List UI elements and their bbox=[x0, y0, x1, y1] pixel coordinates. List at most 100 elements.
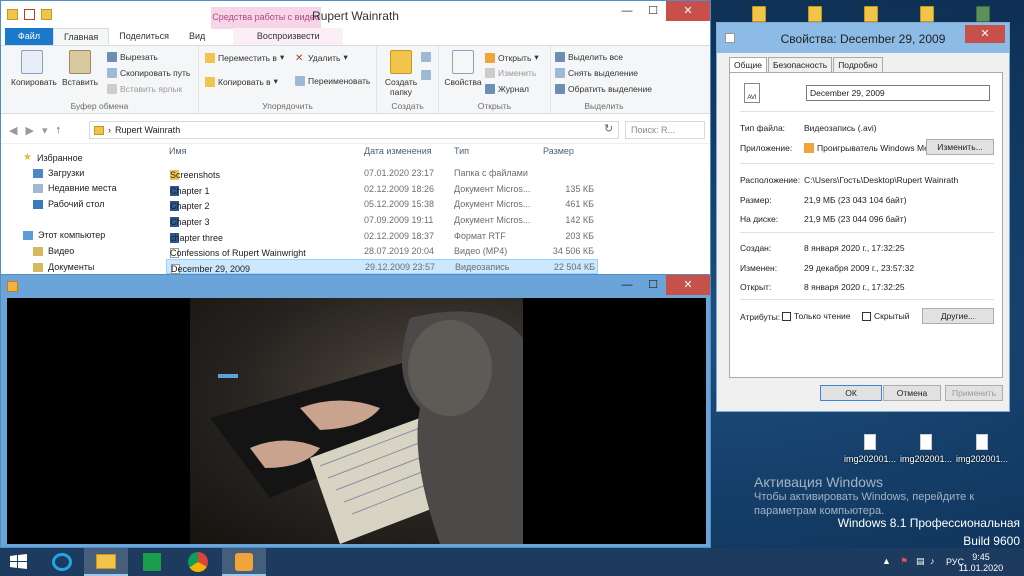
ok-button[interactable]: ОК bbox=[820, 385, 882, 401]
copy-button[interactable]: Копировать bbox=[11, 50, 57, 87]
nav-documents[interactable]: Документы bbox=[33, 262, 94, 272]
advanced-button[interactable]: Другие... bbox=[922, 308, 994, 324]
desktop-file[interactable]: img202001... bbox=[952, 434, 1012, 464]
copy-path-button[interactable]: Скопировать путь bbox=[107, 68, 190, 78]
delete-button[interactable]: ✕ Удалить ▾ bbox=[295, 52, 348, 64]
back-icon[interactable]: ◀ bbox=[9, 124, 17, 137]
properties-button[interactable]: Свойства bbox=[443, 50, 483, 87]
tab-play[interactable]: Воспроизвести bbox=[233, 28, 344, 45]
cut-button[interactable]: Вырезать bbox=[107, 52, 158, 62]
tab-general[interactable]: Общие bbox=[729, 57, 767, 73]
taskbar-file-explorer[interactable] bbox=[84, 548, 128, 576]
file-row[interactable]: Screenshots 07.01.2020 23:17 Папка с фай… bbox=[166, 166, 598, 181]
desktop-folder-icon[interactable] bbox=[864, 6, 878, 22]
file-row[interactable]: Chapter 2 05.12.2009 15:38 Документ Micr… bbox=[166, 197, 598, 212]
copy-to-button[interactable]: Копировать в ▾ bbox=[205, 76, 278, 87]
image-file-icon bbox=[864, 434, 876, 450]
select-none-button[interactable]: Снять выделение bbox=[555, 68, 638, 78]
select-all-button[interactable]: Выделить все bbox=[555, 52, 623, 62]
show-hidden-icons-icon[interactable]: ▲ bbox=[882, 556, 891, 566]
disk-size-value: 21,9 МБ (23 044 096 байт) bbox=[804, 214, 907, 224]
file-name-field[interactable]: December 29, 2009 bbox=[806, 85, 990, 101]
volume-icon[interactable]: ♪ bbox=[930, 556, 935, 566]
tab-details[interactable]: Подробно bbox=[833, 57, 883, 72]
paste-shortcut-button[interactable]: Вставить ярлык bbox=[107, 84, 182, 94]
edit-button[interactable]: Изменить bbox=[485, 68, 536, 78]
readonly-checkbox[interactable]: Только чтение bbox=[782, 311, 850, 322]
open-button[interactable]: Открыть ▾ bbox=[485, 52, 539, 63]
desktop-folder-icon[interactable] bbox=[920, 6, 934, 22]
action-center-icon[interactable]: ⚑ bbox=[900, 556, 908, 567]
file-row[interactable]: Chapter 3 07.09.2009 19:11 Документ Micr… bbox=[166, 213, 598, 228]
checkbox-box[interactable] bbox=[782, 312, 791, 322]
tab-view[interactable]: Вид bbox=[179, 28, 215, 45]
column-header-size[interactable]: Размер bbox=[543, 146, 574, 156]
maximize-button[interactable]: ☐ bbox=[640, 1, 666, 21]
address-bar[interactable]: › Rupert Wainrath bbox=[89, 121, 619, 139]
search-input[interactable]: Поиск: R... bbox=[625, 121, 705, 139]
new-item-button[interactable] bbox=[421, 52, 431, 62]
column-header-type[interactable]: Тип bbox=[454, 146, 469, 156]
cancel-button[interactable]: Отмена bbox=[883, 385, 941, 401]
player-titlebar[interactable]: — ☐ ✕ bbox=[1, 275, 710, 297]
tab-home[interactable]: Главная bbox=[53, 28, 110, 45]
minimize-button[interactable]: — bbox=[614, 1, 640, 21]
clock[interactable]: 9:45 11.01.2020 bbox=[956, 552, 1006, 574]
desktop-folder-icon[interactable] bbox=[752, 6, 766, 22]
network-icon[interactable]: ▤ bbox=[916, 556, 925, 567]
recent-locations-icon[interactable]: ▾ bbox=[42, 124, 48, 137]
up-icon[interactable]: ↑ bbox=[55, 124, 61, 137]
nav-video[interactable]: Видео bbox=[33, 246, 74, 256]
desktop-file[interactable]: img202001... bbox=[840, 434, 900, 464]
history-button[interactable]: Журнал bbox=[485, 84, 529, 94]
file-row[interactable]: Chapter 1 02.12.2009 18:26 Документ Micr… bbox=[166, 182, 598, 197]
file-row-selected[interactable]: December 29, 2009 29.12.2009 23:57 Видео… bbox=[166, 259, 598, 274]
desktop-file[interactable]: img202001... bbox=[896, 434, 956, 464]
ribbon-group-organize: Переместить в ▾ ✕ Удалить ▾ Копировать в ▾ … bbox=[199, 46, 377, 114]
refresh-icon[interactable]: ↻ bbox=[604, 122, 613, 135]
change-button[interactable]: Изменить... bbox=[926, 139, 994, 155]
file-row[interactable]: Confessions of Rupert Wainwright 28.07.2… bbox=[166, 244, 598, 259]
nav-desktop[interactable]: Рабочий стол bbox=[33, 199, 105, 209]
maximize-button[interactable]: ☐ bbox=[640, 275, 666, 295]
desktop-app-icon[interactable] bbox=[976, 6, 990, 22]
checkbox-box[interactable] bbox=[862, 312, 871, 322]
new-folder-button[interactable]: Создать папку bbox=[381, 50, 421, 97]
taskbar-store[interactable] bbox=[130, 548, 174, 576]
video-screen[interactable] bbox=[7, 298, 706, 544]
close-button[interactable]: ✕ bbox=[666, 275, 710, 295]
move-to-button[interactable]: Переместить в ▾ bbox=[205, 52, 284, 63]
nav-favorites[interactable]: ★ Избранное bbox=[23, 152, 83, 163]
nav-downloads[interactable]: Загрузки bbox=[33, 168, 84, 178]
column-header-date[interactable]: Дата изменения bbox=[364, 146, 432, 156]
desktop-folder-icon[interactable] bbox=[808, 6, 822, 22]
start-button[interactable] bbox=[0, 548, 38, 576]
apply-button[interactable]: Применить bbox=[945, 385, 1003, 401]
close-button[interactable]: ✕ bbox=[666, 1, 710, 21]
file-row[interactable]: chapter three 02.12.2009 18:37 Формат RT… bbox=[166, 229, 598, 244]
taskbar-chrome[interactable] bbox=[176, 548, 220, 576]
rename-button[interactable]: Переименовать bbox=[295, 76, 370, 86]
tab-security[interactable]: Безопасность bbox=[767, 57, 833, 72]
avi-badge: AVI bbox=[747, 95, 757, 101]
dialog-titlebar[interactable]: Свойства: December 29, 2009 ✕ bbox=[717, 23, 1009, 53]
close-button[interactable]: ✕ bbox=[965, 25, 1005, 43]
explorer-titlebar[interactable]: Средства работы с видео Rupert Wainrath … bbox=[1, 1, 710, 29]
hidden-checkbox[interactable]: Скрытый bbox=[862, 311, 909, 322]
paste-button[interactable]: Вставить bbox=[59, 50, 101, 87]
taskbar-internet-explorer[interactable] bbox=[40, 548, 84, 576]
breadcrumb[interactable]: Rupert Wainrath bbox=[115, 125, 180, 135]
file-date: 28.07.2019 20:04 bbox=[364, 246, 435, 256]
nav-this-pc[interactable]: Этот компьютер bbox=[23, 230, 105, 240]
tab-file[interactable]: Файл bbox=[5, 28, 53, 45]
tab-share[interactable]: Поделиться bbox=[109, 28, 179, 45]
invert-selection-button[interactable]: Обратить выделение bbox=[555, 84, 652, 94]
minimize-button[interactable]: — bbox=[614, 275, 640, 295]
forward-icon[interactable]: ▶ bbox=[25, 124, 33, 137]
separator bbox=[740, 111, 994, 112]
taskbar-media-player[interactable] bbox=[222, 548, 266, 576]
attributes-label-text: Атрибуты: bbox=[740, 312, 781, 322]
column-header-name[interactable]: Имя bbox=[169, 146, 187, 156]
nav-recent[interactable]: Недавние места bbox=[33, 183, 117, 193]
easy-access-button[interactable] bbox=[421, 70, 431, 80]
